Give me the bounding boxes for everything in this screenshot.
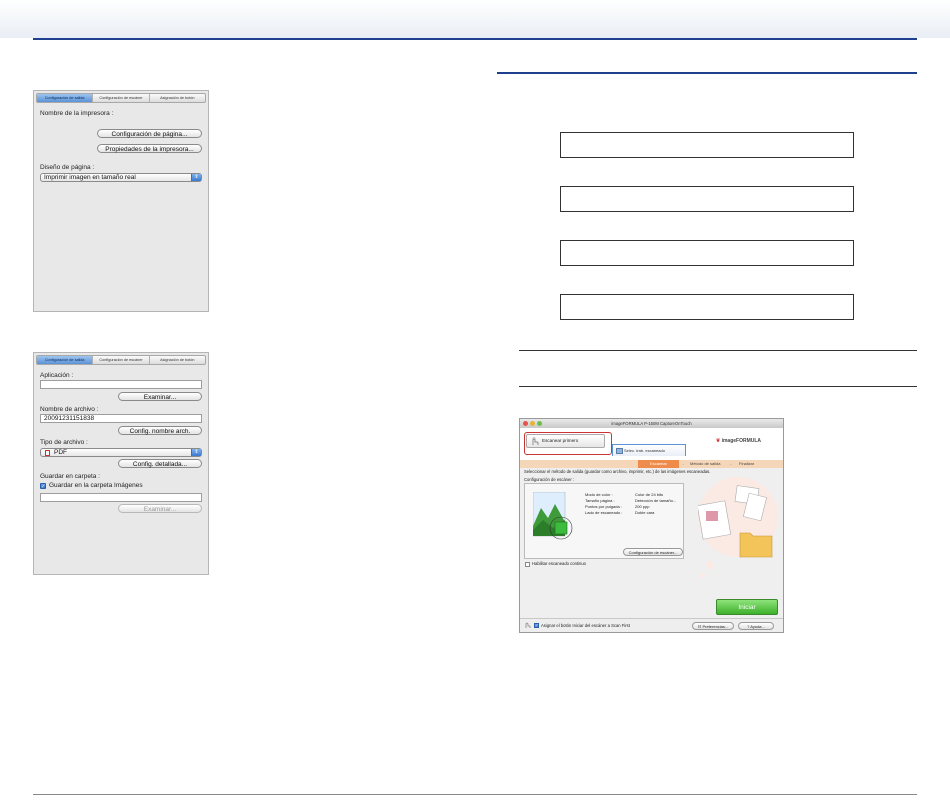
tab-button-assignment[interactable]: Asignación de botón [150,94,205,102]
help-button[interactable]: ? Ayuda... [738,622,774,630]
setting-value: 200 ppp [635,504,650,509]
preferences-icon: ☷ [697,624,702,629]
printer-name-label: Nombre de la impresora : [40,110,114,117]
page-layout-value: Imprimir imagen en tamaño real [44,174,136,181]
save-folder-label: Guardar en carpeta : [40,473,100,480]
detailed-settings-button[interactable]: Config. detallada... [118,459,202,468]
canon-swoosh-icon: ❦ [716,438,721,444]
setting-key: Puntos por pulgada : [585,504,622,509]
window-title: imageFORMULA P-150M CaptureOnTouch [611,421,692,426]
step-scan: Escanear [638,460,679,468]
setting-key: Tamaño página : [585,498,615,503]
save-in-images-label: Guardar en la carpeta Imágenes [49,482,143,489]
job-header: Escanear primero Selec. trab. escaneado … [520,428,783,461]
blank-box-3 [560,240,854,266]
application-label: Aplicación : [40,372,74,379]
tab-output-settings[interactable]: Configuración de salida [37,356,94,364]
folder-path-field[interactable] [40,493,202,502]
brand-logo: ❦ imageFORMULA [716,438,761,444]
document-preview-image [533,492,573,540]
tab-output-settings[interactable]: Configuración de salida [37,94,94,102]
divider-rule-1 [519,350,917,351]
browse-button-disabled[interactable]: Examinar... [118,504,202,513]
setting-key: Lado de escaneado : [585,510,623,515]
step-arrow-icon: → [680,461,685,467]
scan-first-label: Escanear primero [542,438,579,443]
assign-button-checkbox[interactable]: ✓ [534,623,539,628]
scanner-settings-button[interactable]: Configuración de escáner... [623,548,683,556]
continuous-scan-label: Habilitar escaneado continuo [532,561,587,566]
setting-key: Modo de color : [585,492,613,497]
logo-text: imageFORMULA [721,438,762,444]
footer-rule [33,794,917,795]
file-type-select[interactable]: PDF ⇕ [40,448,202,457]
tab-scanner-settings[interactable]: Configuración de escáner [93,94,150,102]
step-arrow-icon: → [728,461,733,467]
setting-value: Color de 24 bits [635,492,664,497]
touch-hand-icon [525,622,531,628]
scanner-settings-group-label: Configuración de escáner : [524,477,575,482]
save-in-images-checkbox[interactable]: ✓ [40,483,46,490]
setting-value: Doble cara [635,510,655,515]
settings-tabs: Configuración de salida Configuración de… [36,93,206,103]
captureontouch-window: imageFORMULA P-150M CaptureOnTouch Escan… [519,418,784,633]
section-rule [497,72,917,74]
blank-box-1 [560,132,854,158]
select-arrows-icon: ⇕ [191,174,201,181]
help-label: Ayuda... [750,624,765,629]
application-field[interactable] [40,380,202,389]
divider-rule-2 [519,386,917,387]
application-settings-panel: Configuración de salida Configuración de… [33,352,209,575]
status-bar: ✓ Asignar el botón Iniciar del escáner a… [520,618,783,632]
blank-box-2 [560,186,854,212]
scan-job-label: Selec. trab. escaneado [624,448,665,453]
output-illustration-icon [698,485,773,558]
setting-value: Detección de tamaño... [635,498,677,503]
preferences-button[interactable]: ☷ Preferencias... [692,622,734,630]
step-finish: Finalizar [739,461,755,466]
touch-hand-icon [532,437,539,445]
page-layout-select[interactable]: Imprimir imagen en tamaño real ⇕ [40,173,202,182]
file-name-label: Nombre de archivo : [40,406,99,413]
continuous-scan-checkbox[interactable] [525,562,530,567]
scanner-settings-group: Modo de color : Color de 24 bits Tamaño … [524,483,684,559]
start-button[interactable]: Iniciar [716,599,778,615]
printer-settings-panel: Configuración de salida Configuración de… [33,90,209,312]
illustration-bubble-small [706,561,714,569]
illustration-bubble-tiny [700,573,705,578]
file-name-settings-button[interactable]: Config. nombre arch. [118,426,202,435]
header-band [0,0,950,38]
settings-tabs: Configuración de salida Configuración de… [36,355,206,365]
header-rule [33,38,917,40]
file-type-value: PDF [54,449,67,456]
scan-first-button[interactable]: Escanear primero [526,434,605,448]
assign-button-label: Asignar el botón Iniciar del escáner a S… [541,623,630,628]
select-arrows-icon: ⇕ [191,449,201,456]
preferences-label: Preferencias... [702,624,729,629]
pdf-file-icon [45,450,50,456]
browse-button[interactable]: Examinar... [118,392,202,401]
step-output-method: Método de salida [690,461,721,466]
file-type-label: Tipo de archivo : [40,439,88,446]
page-setup-button[interactable]: Configuración de página... [97,129,202,138]
tab-button-assignment[interactable]: Asignación de botón [150,356,205,364]
scan-job-icon [616,448,623,454]
instruction-text: Seleccionar el método de salida (guardar… [524,469,711,474]
printer-properties-button[interactable]: Propiedades de la impresora... [97,144,202,153]
scan-job-tab[interactable]: Selec. trab. escaneado [612,444,686,456]
blank-box-4 [560,294,854,320]
file-name-field[interactable]: 20091231151838 [40,414,202,423]
page-layout-label: Diseño de página : [40,164,95,171]
tab-scanner-settings[interactable]: Configuración de escáner [93,356,150,364]
